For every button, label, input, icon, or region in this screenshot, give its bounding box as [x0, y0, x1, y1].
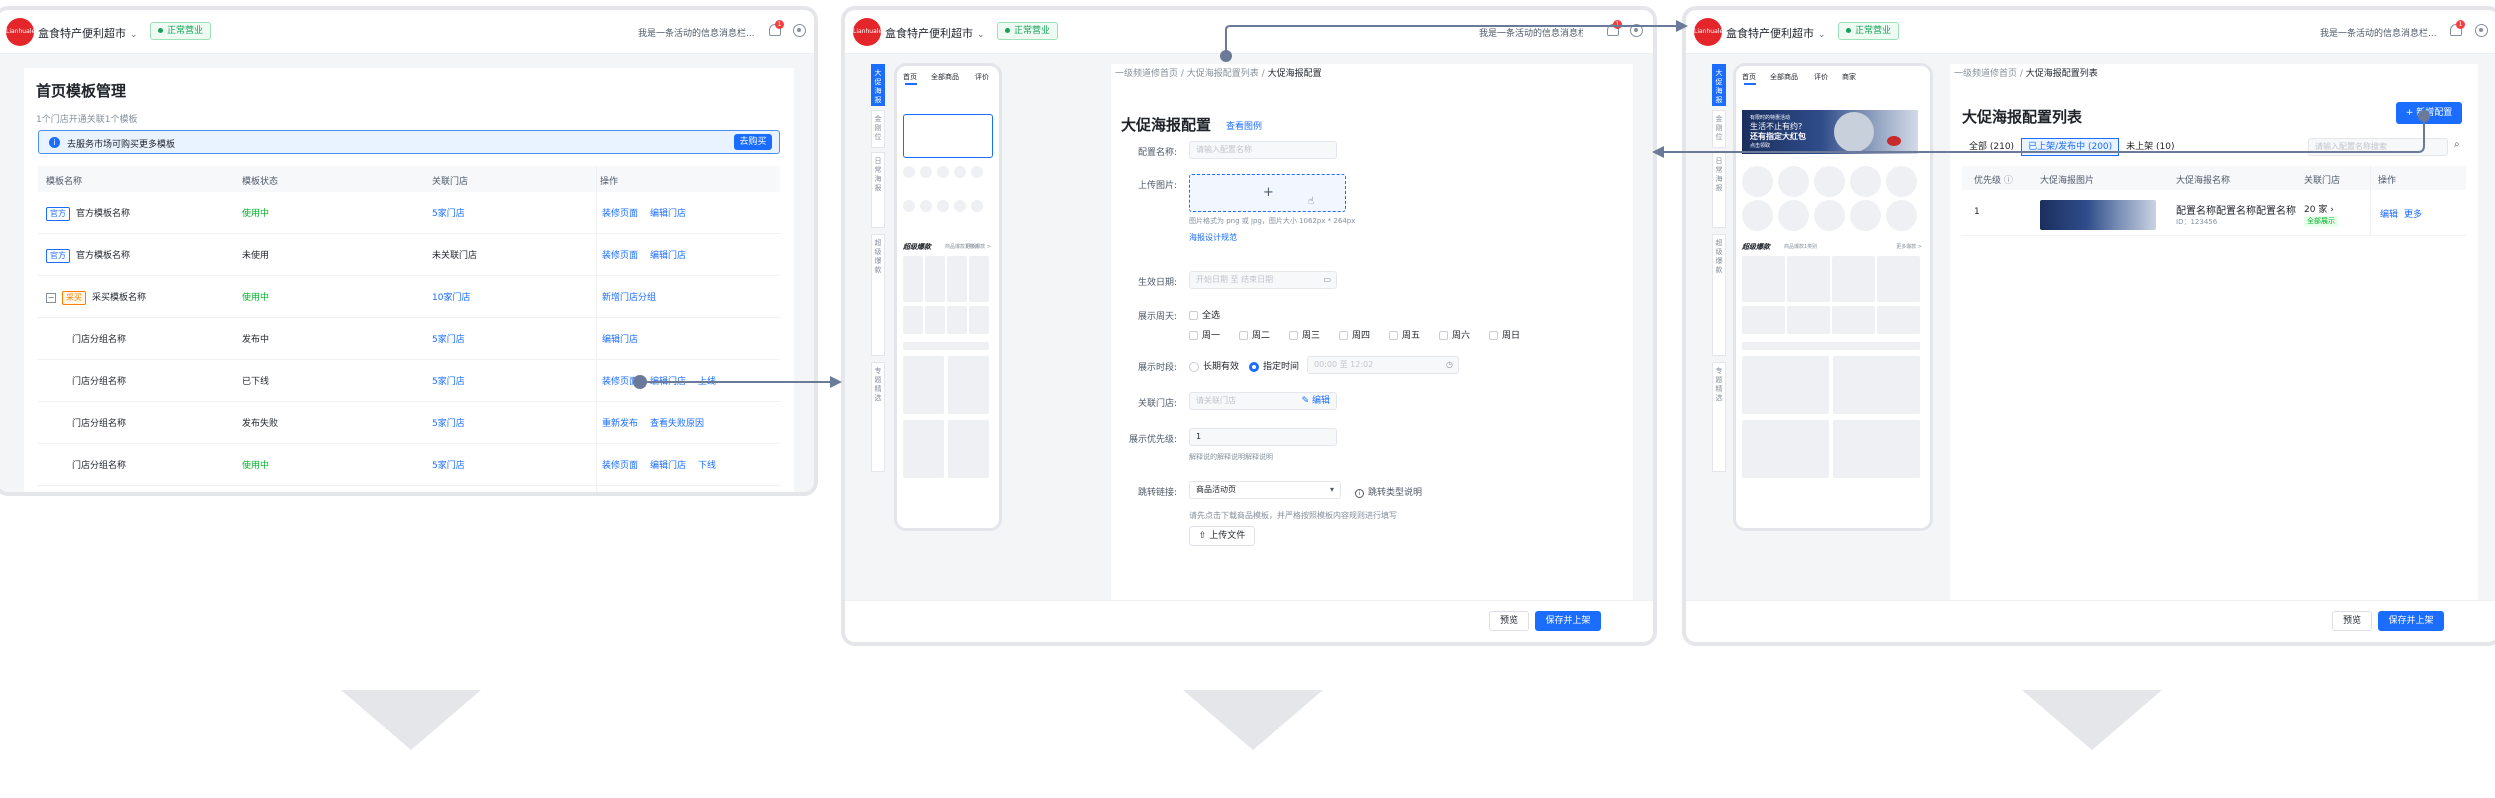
arrow-right-icon [830, 376, 842, 388]
flow-dot-1 [633, 375, 647, 389]
flow-down-arrow-icon [1183, 690, 1323, 750]
flow-line-2 [1225, 25, 1676, 56]
flow-dot-3 [2418, 110, 2430, 122]
arrow-right-icon [1676, 20, 1688, 32]
flow-connectors [633, 20, 2430, 389]
arrow-left-icon [1652, 146, 1664, 158]
flow-down-arrow-icon [2022, 690, 2162, 750]
flow-line-3 [1664, 122, 2425, 153]
flow-down-arrow-icon [341, 690, 481, 750]
flow-dot-2 [1220, 50, 1232, 62]
